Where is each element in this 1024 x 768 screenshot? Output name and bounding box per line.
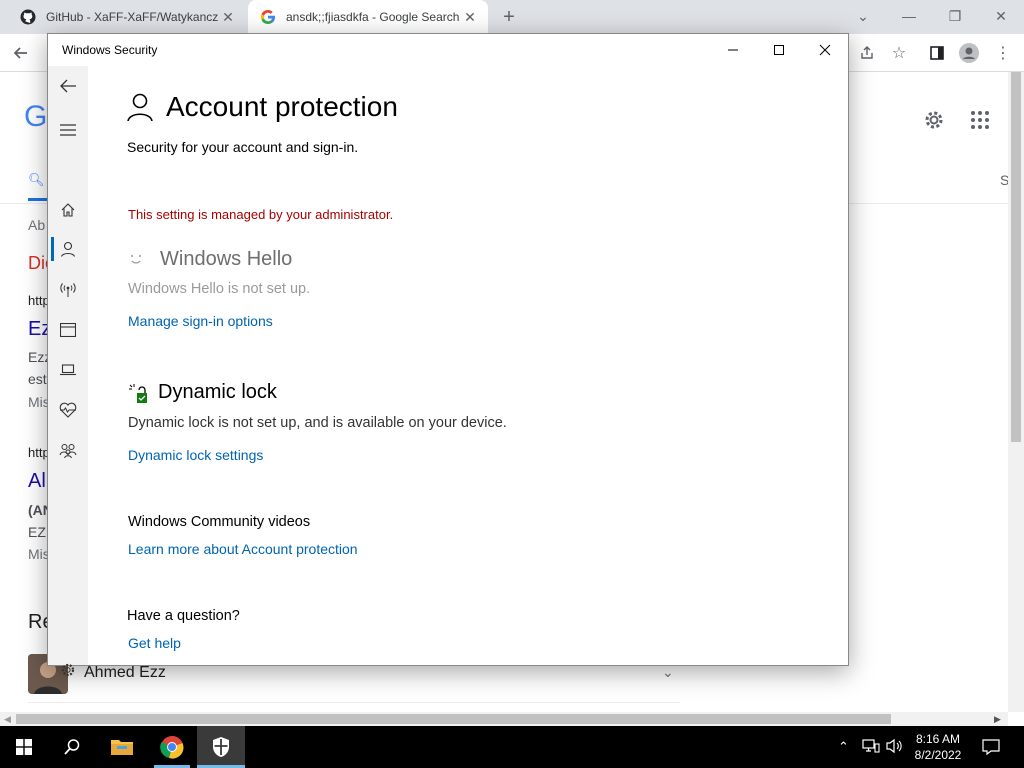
scroll-right-icon[interactable]: ▶ [994,714,1001,725]
google-logo[interactable]: G [24,100,47,134]
admin-managed-warning: This setting is managed by your administ… [128,207,394,222]
google-icon [260,9,276,25]
browser-menu-icon[interactable]: ⋮ [992,42,1014,64]
bookmark-star-icon[interactable]: ☆ [888,42,910,64]
device-laptop-icon[interactable] [56,358,80,382]
question-heading: Have a question? [127,608,240,624]
back-arrow-icon[interactable] [10,42,32,64]
clock-date: 8/2/2022 [914,748,962,762]
browser-tab-strip: GitHub - XaFF-XaFF/Watykanczyk ✕ ansdk;;… [0,0,1024,34]
clock-time: 8:16 AM [915,732,961,746]
result-snippet: EZ [28,524,46,540]
about-results: Ab [28,217,46,233]
new-tab-button[interactable]: + [498,6,520,28]
learn-more-account-protection-link[interactable]: Learn more about Account protection [128,541,358,557]
window-titlebar[interactable]: Windows Security [48,34,848,66]
volume-icon[interactable] [886,738,904,759]
maximize-icon[interactable] [756,34,802,66]
active-tab-indicator [28,198,48,201]
network-icon[interactable] [862,738,880,759]
taskbar-clock[interactable]: 8:16 AM 8/2/2022 [908,731,968,763]
tab-search-icon[interactable]: ⌄ [840,4,886,28]
manage-sign-in-options-link[interactable]: Manage sign-in options [128,313,273,329]
result-snippet: est [28,371,47,387]
tab-google-search[interactable]: ansdk;;fjiasdkfa - Google Search ✕ [248,0,488,34]
minimize-browser-icon[interactable]: — [886,4,932,28]
search-icon[interactable] [48,726,96,768]
profile-avatar-icon[interactable] [958,42,980,64]
divider [28,702,680,703]
settings-gear-icon[interactable] [56,658,80,682]
family-options-icon[interactable] [56,439,80,463]
search-tool-tab[interactable]: S [1000,172,1008,188]
person-name[interactable]: Ahmed Ezz [84,664,166,682]
device-health-heart-icon[interactable] [56,398,80,422]
close-browser-icon[interactable]: ✕ [978,4,1024,28]
tab-title: ansdk;;fjiasdkfa - Google Search [286,10,460,24]
close-tab-icon[interactable]: ✕ [218,9,238,26]
dynamic-lock-heading: Dynamic lock [158,381,277,403]
file-explorer-icon[interactable] [98,726,146,768]
app-browser-control-icon[interactable] [56,318,80,342]
windows-start-icon[interactable] [0,726,48,768]
tab-github[interactable]: GitHub - XaFF-XaFF/Watykanczyk ✕ [8,0,246,34]
result-title[interactable]: Al [28,470,46,493]
close-icon[interactable] [802,34,848,66]
window-title: Windows Security [62,43,158,57]
back-arrow-icon[interactable] [56,74,80,98]
dynamic-lock-settings-link[interactable]: Dynamic lock settings [128,447,263,463]
account-protection-page: Account protection Security for your acc… [88,66,848,665]
windows-security-taskbar-icon[interactable] [197,726,245,768]
settings-gear-icon[interactable] [922,108,948,134]
chrome-icon[interactable] [148,726,196,768]
page-title: Account protection [166,91,398,122]
tab-title: GitHub - XaFF-XaFF/Watykanczyk [46,10,218,24]
page-subtitle: Security for your account and sign-in. [127,139,359,155]
horizontal-scroll-thumb[interactable] [16,714,891,724]
dynamic-lock-status: Dynamic lock is not set up, and is avail… [128,415,507,431]
chevron-down-icon[interactable]: ⌄ [662,664,674,681]
minimize-icon[interactable] [710,34,756,66]
windows-hello-face-icon [128,252,146,266]
share-icon[interactable] [856,42,878,64]
notification-center-icon[interactable] [982,738,1000,761]
navigation-rail [48,66,88,677]
dynamic-lock-icon [128,383,150,405]
network-antenna-icon[interactable] [56,278,80,302]
vertical-scrollbar[interactable] [1008,72,1024,712]
search-tab-icon[interactable]: 🔍︎ [28,172,45,188]
chevron-up-icon[interactable]: ⌃ [838,739,849,755]
apps-grid-icon[interactable] [970,110,992,132]
community-videos-heading: Windows Community videos [128,514,311,530]
windows-hello-heading: Windows Hello [160,248,293,270]
vertical-scroll-thumb[interactable] [1011,72,1021,442]
get-help-link[interactable]: Get help [128,635,181,651]
account-person-icon[interactable] [56,237,80,261]
windows-security-window: Windows Security Account protection Secu… [47,33,849,677]
windows-hello-status: Windows Hello is not set up. [128,281,311,297]
account-person-icon [127,93,155,123]
hamburger-menu-icon[interactable] [56,118,80,142]
horizontal-scrollbar[interactable]: ◀ ▶ [0,712,1008,726]
restore-browser-icon[interactable]: ❐ [932,4,978,28]
selected-nav-indicator [51,237,54,261]
home-icon[interactable] [56,198,80,222]
windows-taskbar: ⌃ 8:16 AM 8/2/2022 [0,726,1024,768]
github-icon [20,9,36,25]
close-tab-icon[interactable]: ✕ [460,9,480,26]
side-panel-icon[interactable] [926,42,948,64]
scroll-left-icon[interactable]: ◀ [4,714,11,725]
